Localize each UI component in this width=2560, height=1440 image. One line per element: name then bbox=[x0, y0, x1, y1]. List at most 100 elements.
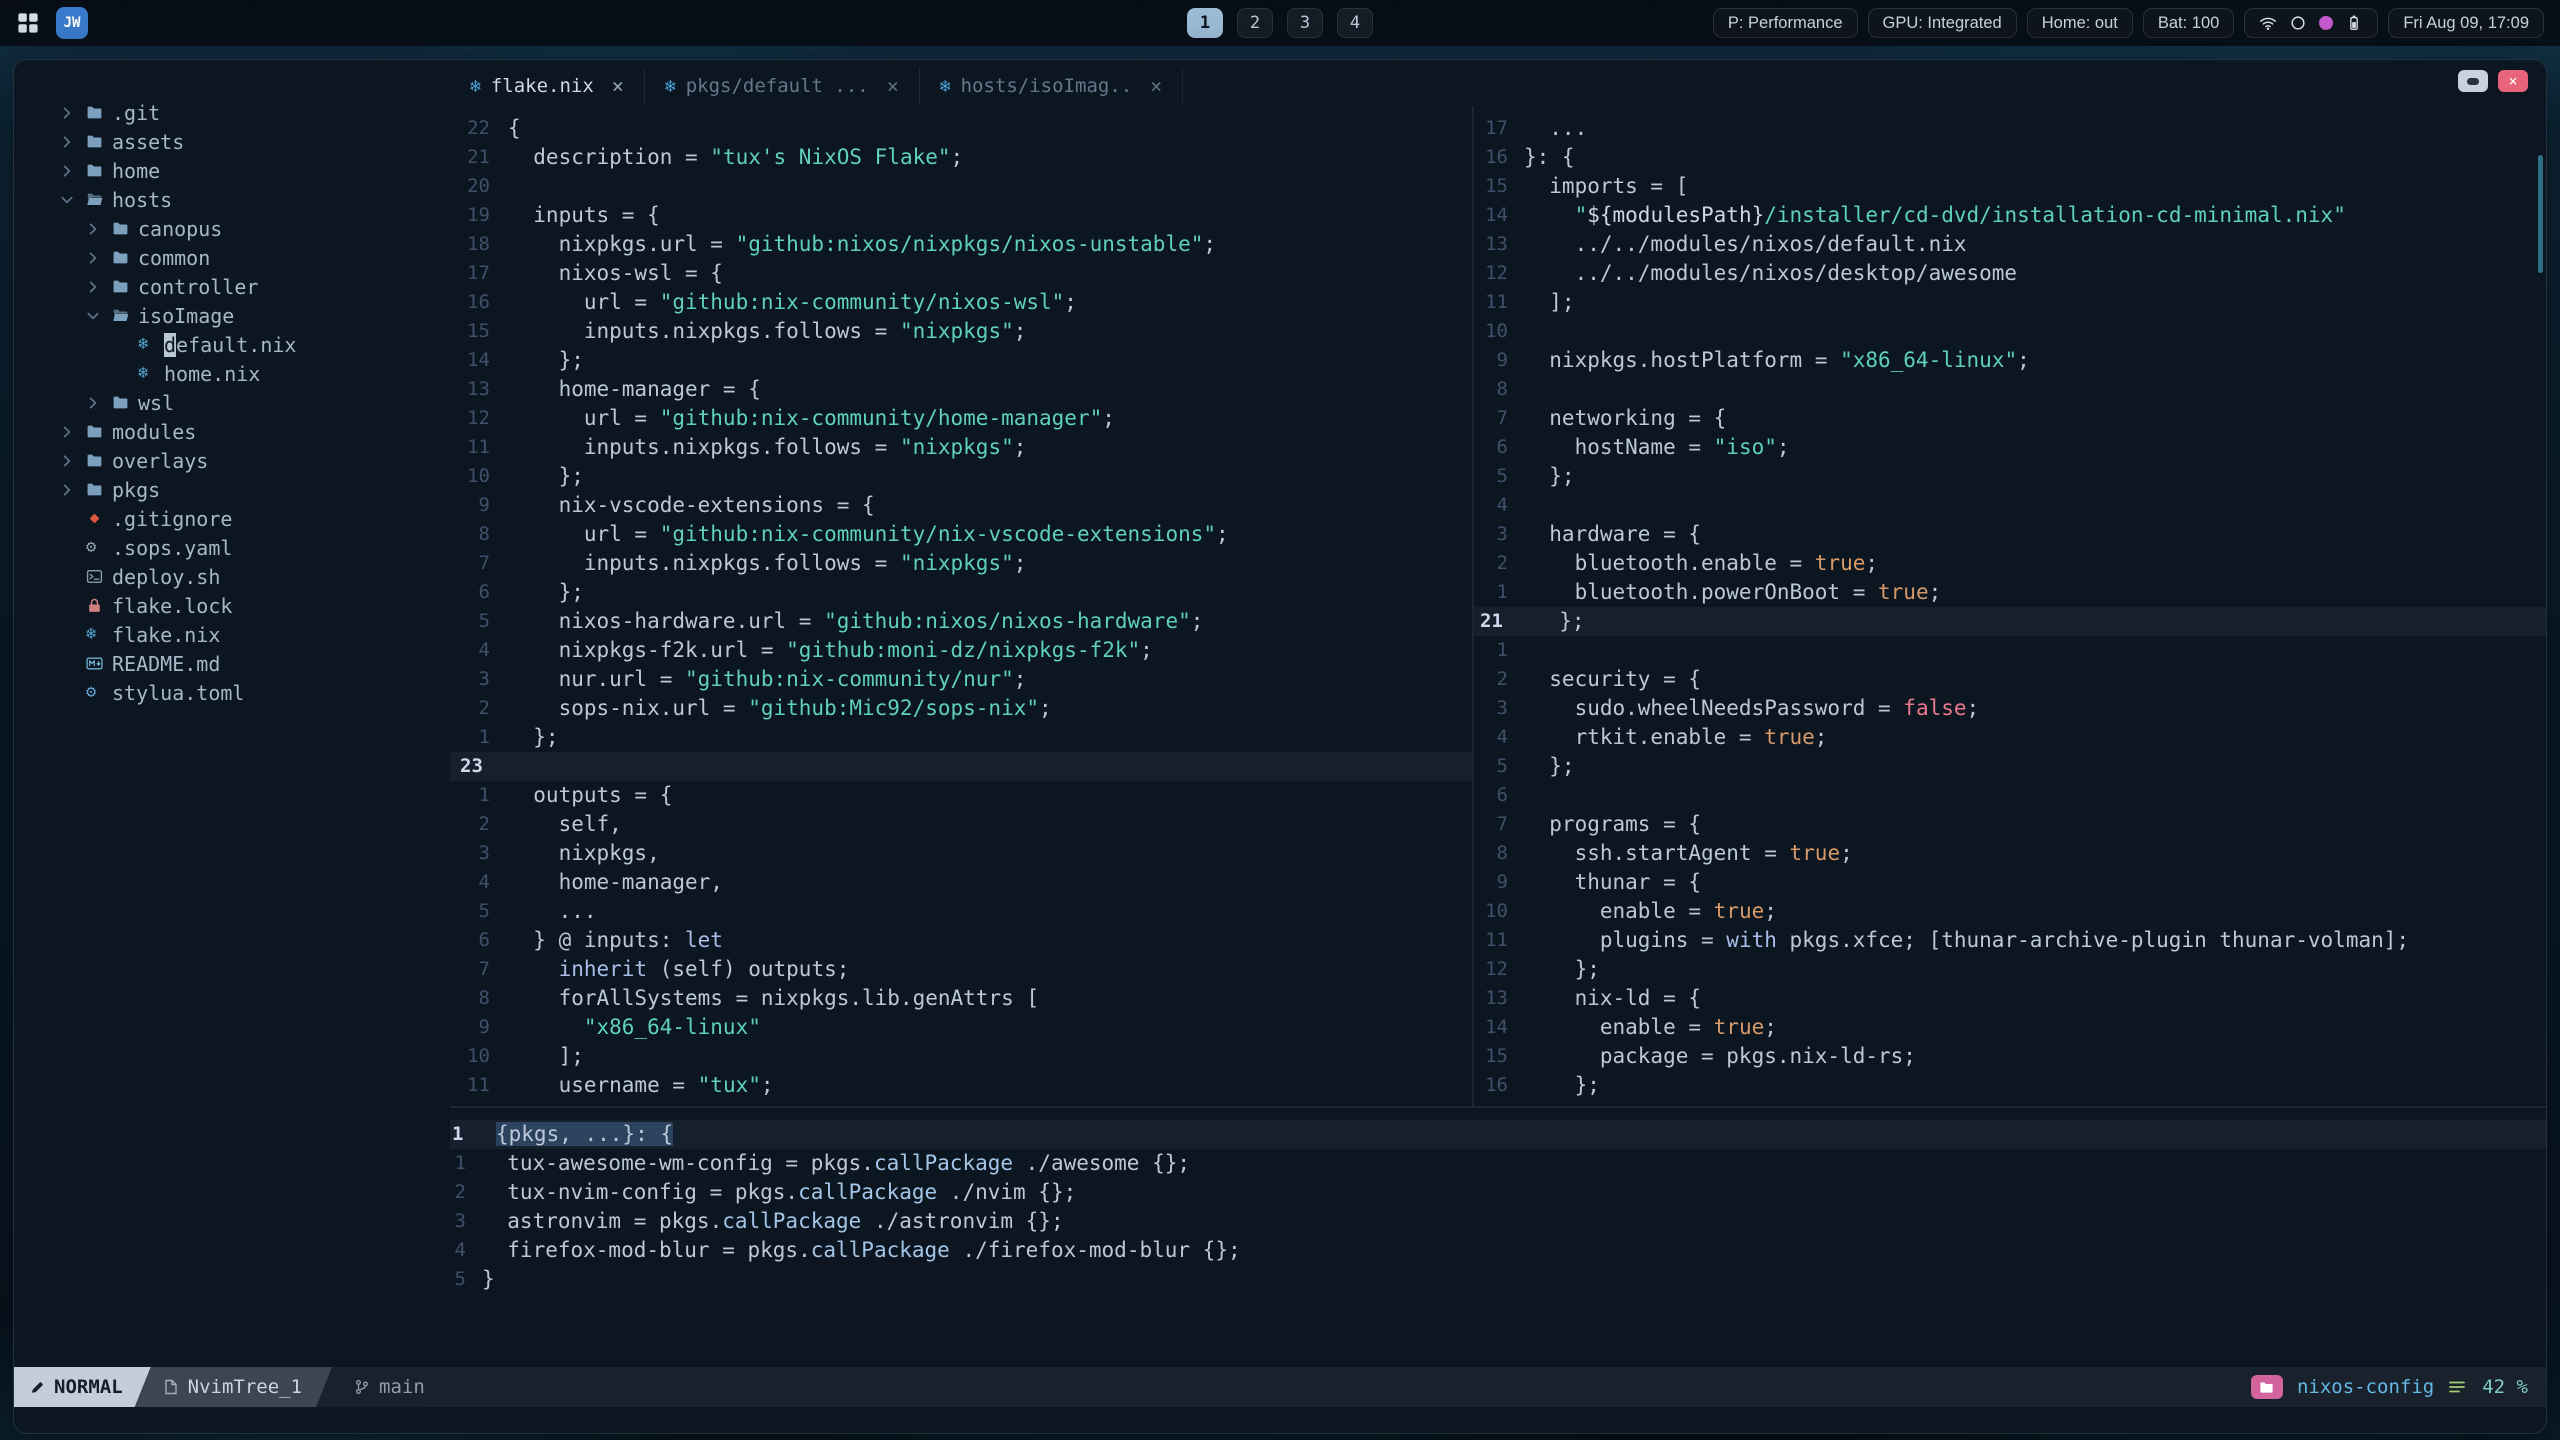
chevron-right-icon[interactable] bbox=[86, 221, 112, 237]
tree-item-label: home.nix bbox=[164, 361, 261, 386]
tab-close-icon[interactable]: × bbox=[1150, 74, 1162, 98]
tab-close-icon[interactable]: × bbox=[887, 74, 899, 98]
tree-file-default.nix[interactable]: ❄ default.nix bbox=[14, 330, 450, 359]
window-pin-button[interactable] bbox=[2458, 70, 2488, 92]
workspace-3[interactable]: 3 bbox=[1287, 8, 1323, 38]
tree-item-label: common bbox=[138, 245, 211, 270]
tree-item-label: .gitignore bbox=[112, 506, 233, 531]
chevron-right-icon[interactable] bbox=[86, 250, 112, 266]
pin-icon bbox=[2467, 77, 2479, 85]
line-number: 9 bbox=[478, 1016, 490, 1038]
chevron-right-icon[interactable] bbox=[60, 134, 86, 150]
tree-file-stylua.toml[interactable]: ⚙ stylua.toml bbox=[14, 678, 450, 707]
code-line: 9 nixpkgs.hostPlatform = "x86_64-linux"; bbox=[1474, 346, 2546, 375]
chevron-right-icon[interactable] bbox=[86, 395, 112, 411]
editor-pane-pkgs[interactable]: 1 {pkgs, ...}: {1 tux-awesome-wm-config =… bbox=[450, 1108, 2546, 1367]
code-text: ]; bbox=[508, 1044, 584, 1068]
line-number: 7 bbox=[478, 552, 490, 574]
tree-dir-controller[interactable]: controller bbox=[14, 272, 450, 301]
window-close-button[interactable]: × bbox=[2498, 70, 2528, 92]
line-number: 5 bbox=[478, 900, 490, 922]
tree-file-flake.nix[interactable]: ❄ flake.nix bbox=[14, 620, 450, 649]
code-text: forAllSystems = nixpkgs.lib.genAttrs [ bbox=[508, 986, 1040, 1010]
workspace-4[interactable]: 4 bbox=[1337, 8, 1373, 38]
tree-dir-assets[interactable]: assets bbox=[14, 127, 450, 156]
tree-item-label: controller bbox=[138, 274, 259, 299]
code-line: 5 ... bbox=[450, 897, 1472, 926]
tree-file-README.md[interactable]: README.md bbox=[14, 649, 450, 678]
chevron-right-icon[interactable] bbox=[60, 163, 86, 179]
tree-dir-.git[interactable]: .git bbox=[14, 98, 450, 127]
status-bar: JW 1234 P: Performance GPU: Integrated Hom… bbox=[0, 0, 2560, 46]
line-number: 1 bbox=[478, 784, 490, 806]
wifi-icon[interactable] bbox=[2259, 14, 2277, 32]
scrollbar-thumb[interactable] bbox=[2538, 155, 2543, 273]
battery-icon[interactable] bbox=[2345, 14, 2363, 32]
file-tree[interactable]: .git assets home hosts canopus common controll… bbox=[14, 60, 450, 1367]
chevron-right-icon[interactable] bbox=[60, 424, 86, 440]
chevron-right-icon[interactable] bbox=[86, 279, 112, 295]
tab-pkgs-default-...[interactable]: ❄ pkgs/default ... × bbox=[645, 67, 920, 105]
code-line: 17 ... bbox=[1474, 114, 2546, 143]
topbar-module[interactable]: Bat: 100 bbox=[2142, 8, 2235, 38]
code-text: sudo.wheelNeedsPassword = false; bbox=[1524, 696, 1980, 720]
code-text: nixpkgs, bbox=[508, 841, 660, 865]
tab-flake.nix[interactable]: ❄ flake.nix × bbox=[450, 67, 645, 105]
chevron-down-icon[interactable] bbox=[86, 308, 112, 324]
tree-file-flake.lock[interactable]: flake.lock bbox=[14, 591, 450, 620]
tree-dir-pkgs[interactable]: pkgs bbox=[14, 475, 450, 504]
status-dot-icon[interactable] bbox=[2289, 14, 2307, 32]
code-line: 9 nix-vscode-extensions = { bbox=[450, 491, 1472, 520]
tree-cursor: d bbox=[164, 332, 177, 357]
tree-dir-modules[interactable]: modules bbox=[14, 417, 450, 446]
clock[interactable]: Fri Aug 09, 17:09 bbox=[2388, 8, 2544, 38]
tree-file-home.nix[interactable]: ❄ home.nix bbox=[14, 359, 450, 388]
tray-pill[interactable] bbox=[2244, 8, 2379, 38]
tab-label: pkgs/default ... bbox=[685, 75, 869, 97]
code-line: 8 ssh.startAgent = true; bbox=[1474, 839, 2546, 868]
code-line: 8 forAllSystems = nixpkgs.lib.genAttrs [ bbox=[450, 984, 1472, 1013]
chevron-down-icon[interactable] bbox=[60, 192, 86, 208]
code-line: 6 hostName = "iso"; bbox=[1474, 433, 2546, 462]
code-text: ../../modules/nixos/desktop/awesome bbox=[1524, 261, 2018, 285]
apps-grid-icon[interactable] bbox=[16, 11, 40, 35]
line-number: 5 bbox=[454, 1268, 466, 1290]
editor-pane-flake[interactable]: 22{21 description = "tux's NixOS Flake";… bbox=[450, 106, 1472, 1106]
tree-dir-overlays[interactable]: overlays bbox=[14, 446, 450, 475]
chevron-right-icon[interactable] bbox=[60, 453, 86, 469]
tree-dir-hosts[interactable]: hosts bbox=[14, 185, 450, 214]
line-number: 1 bbox=[1496, 639, 1508, 661]
tree-file-.gitignore[interactable]: .gitignore bbox=[14, 504, 450, 533]
topbar-module[interactable]: GPU: Integrated bbox=[1867, 8, 2017, 38]
line-number: 5 bbox=[478, 610, 490, 632]
code-text: "${modulesPath}/installer/cd-dvd/install… bbox=[1574, 203, 2346, 227]
line-number: 6 bbox=[1496, 784, 1508, 806]
editor-pane-isoimage[interactable]: 17 ... 16}: {15 imports = [14 "${modulesP… bbox=[1474, 106, 2546, 1106]
tab-hosts-isoImag..[interactable]: ❄ hosts/isoImag.. × bbox=[920, 67, 1184, 105]
tree-file-.sops.yaml[interactable]: ⚙ .sops.yaml bbox=[14, 533, 450, 562]
tree-dir-wsl[interactable]: wsl bbox=[14, 388, 450, 417]
tree-file-deploy.sh[interactable]: deploy.sh bbox=[14, 562, 450, 591]
code-text: ../../modules/nixos/default.nix bbox=[1524, 232, 1967, 256]
workspace-2[interactable]: 2 bbox=[1237, 8, 1273, 38]
workspace-1[interactable]: 1 bbox=[1187, 8, 1223, 38]
tab-close-icon[interactable]: × bbox=[612, 74, 624, 98]
line-number: 3 bbox=[1496, 523, 1508, 545]
tree-dir-common[interactable]: common bbox=[14, 243, 450, 272]
launcher-logo[interactable]: JW bbox=[56, 7, 88, 39]
code-text: }; bbox=[1524, 754, 1575, 778]
code-text: home-manager = { bbox=[508, 377, 761, 401]
tree-dir-isoImage[interactable]: isoImage bbox=[14, 301, 450, 330]
tree-dir-canopus[interactable]: canopus bbox=[14, 214, 450, 243]
code-line: 2 security = { bbox=[1474, 665, 2546, 694]
line-number: 8 bbox=[478, 523, 490, 545]
topbar-module[interactable]: P: Performance bbox=[1712, 8, 1858, 38]
chevron-right-icon[interactable] bbox=[60, 105, 86, 121]
topbar-module[interactable]: Home: out bbox=[2026, 8, 2133, 38]
tree-dir-home[interactable]: home bbox=[14, 156, 450, 185]
chevron-right-icon[interactable] bbox=[60, 482, 86, 498]
code-text: ... bbox=[508, 899, 597, 923]
code-text: bluetooth.powerOnBoot = true; bbox=[1524, 580, 1942, 604]
accent-dot-icon[interactable] bbox=[2319, 16, 2334, 30]
